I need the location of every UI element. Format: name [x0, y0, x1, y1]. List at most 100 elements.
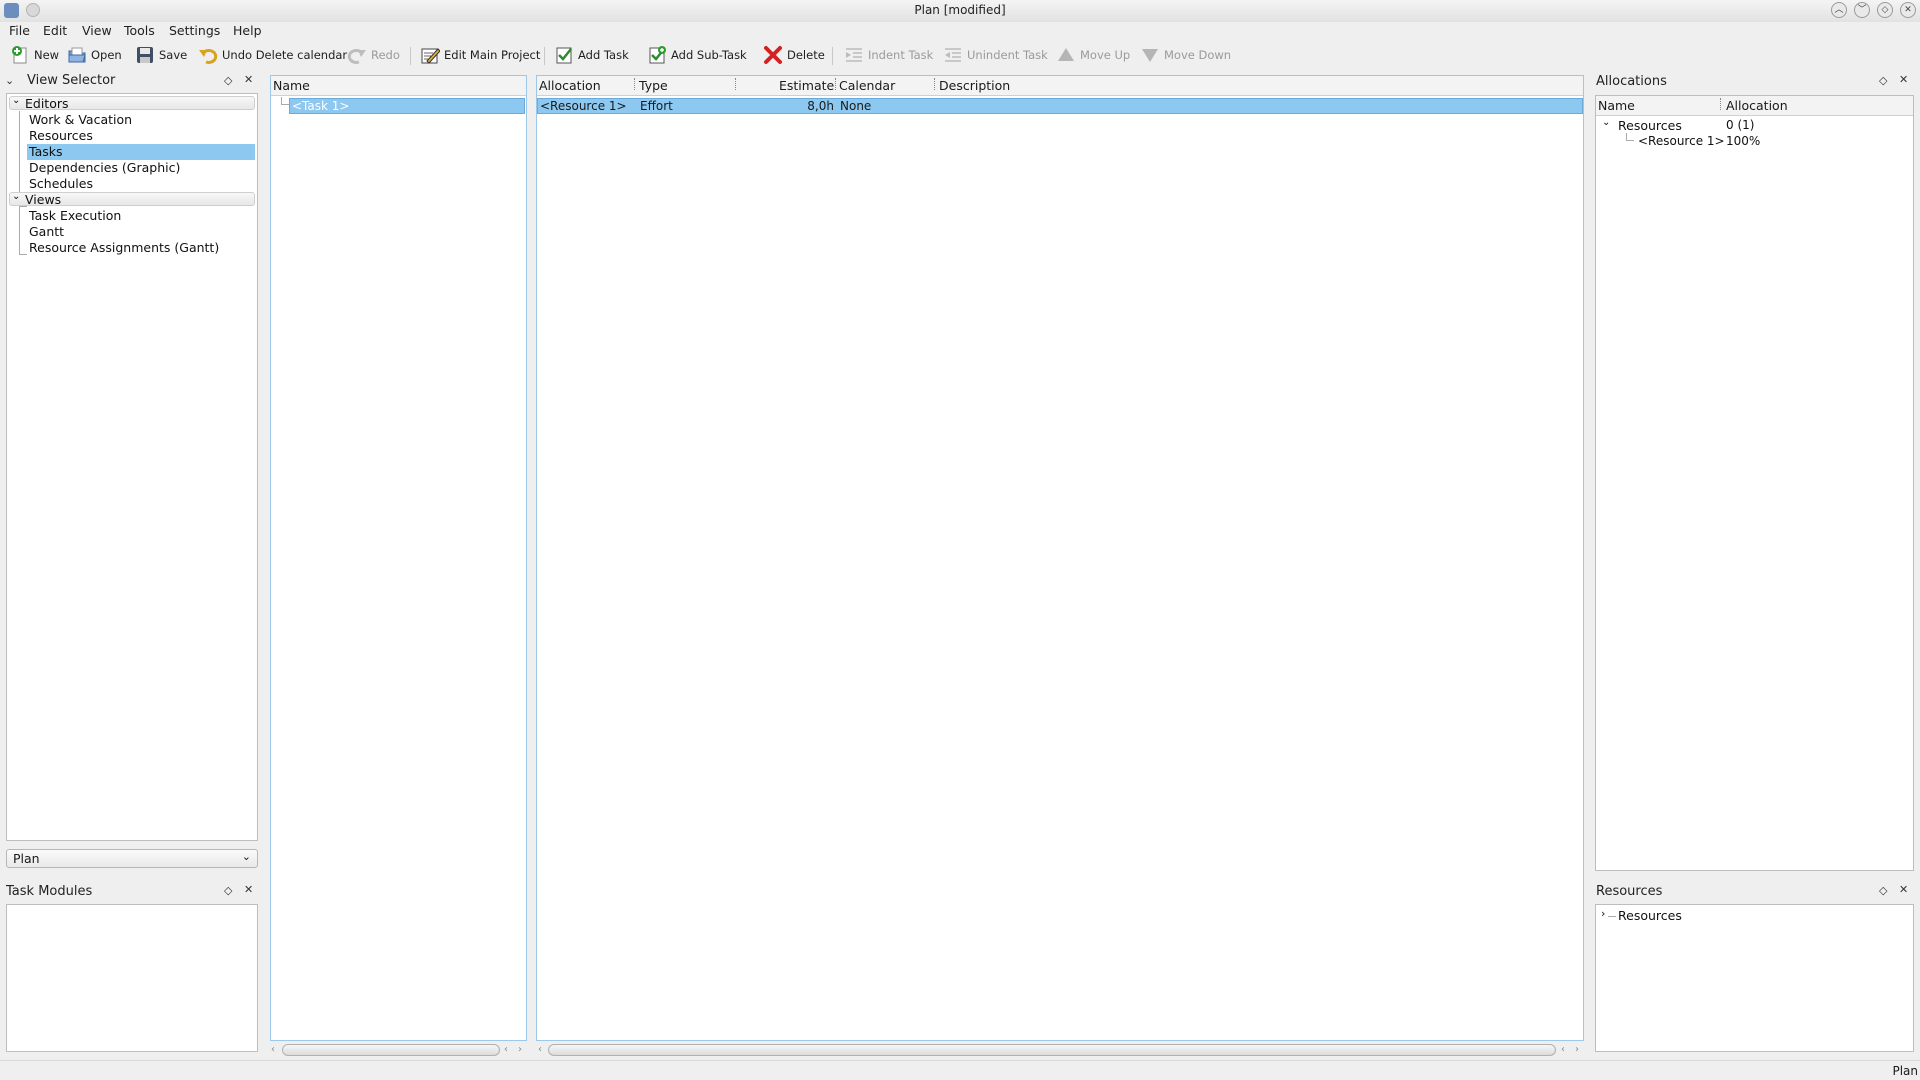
- column-separator[interactable]: [1720, 98, 1721, 110]
- scroll-left-icon[interactable]: ‹: [271, 1044, 275, 1055]
- name-column-header[interactable]: Name: [271, 76, 526, 96]
- undo-button[interactable]: Undo Delete calendar: [198, 44, 347, 66]
- alloc-resources-name[interactable]: Resources: [1618, 118, 1682, 133]
- alloc-resource-1-value[interactable]: 100%: [1726, 134, 1760, 148]
- task-name-cell: <Task 1>: [292, 99, 350, 113]
- collapse-dock-icon[interactable]: ⌄: [5, 74, 14, 87]
- menu-file[interactable]: File: [9, 23, 30, 38]
- close-dock-icon[interactable]: ✕: [244, 883, 253, 896]
- float-dock-icon[interactable]: ◇: [1879, 884, 1887, 897]
- description-header[interactable]: Description: [939, 78, 1010, 93]
- scroll-left-icon[interactable]: ‹: [538, 1044, 542, 1055]
- add-task-button[interactable]: Add Task: [554, 44, 629, 66]
- edit-main-project-label: Edit Main Project: [444, 48, 541, 62]
- expand-editors-icon[interactable]: ⌄: [12, 95, 20, 106]
- task-modules-list[interactable]: [6, 904, 258, 1052]
- allocation-cell[interactable]: <Resource 1>: [540, 99, 627, 113]
- type-header[interactable]: Type: [639, 78, 668, 93]
- save-label: Save: [159, 48, 188, 62]
- minimize-icon[interactable]: ﹀: [1854, 2, 1870, 18]
- calendar-header[interactable]: Calendar: [839, 78, 895, 93]
- expand-resources-icon[interactable]: ⌄: [1602, 117, 1610, 128]
- delete-button[interactable]: Delete: [763, 44, 825, 66]
- move-down-button[interactable]: Move Down: [1140, 44, 1231, 66]
- move-up-button[interactable]: Move Up: [1056, 44, 1130, 66]
- alloc-name-header[interactable]: Name: [1598, 98, 1635, 113]
- float-dock-icon[interactable]: ◇: [1879, 74, 1887, 87]
- open-label: Open: [91, 48, 122, 62]
- close-window-icon[interactable]: ✕: [1900, 2, 1916, 18]
- tree-branch-line: [281, 97, 289, 105]
- table-row[interactable]: <Resource 1> Effort 8,0h None: [537, 98, 1583, 114]
- view-item-dependencies-graphic[interactable]: Dependencies (Graphic): [29, 160, 180, 175]
- type-cell[interactable]: Effort: [640, 99, 673, 113]
- float-dock-icon[interactable]: ◇: [224, 74, 232, 87]
- resources-root-item[interactable]: Resources: [1618, 908, 1682, 923]
- allocation-header[interactable]: Allocation: [539, 78, 601, 93]
- delete-x-icon: [763, 45, 783, 65]
- task-row[interactable]: <Task 1>: [289, 98, 525, 114]
- toolbar-separator: [544, 47, 545, 65]
- close-dock-icon[interactable]: ✕: [1899, 883, 1908, 896]
- calendar-cell[interactable]: None: [840, 99, 871, 113]
- estimate-cell[interactable]: 8,0h: [778, 99, 834, 113]
- maximize-icon[interactable]: ◇: [1877, 2, 1893, 18]
- menu-edit[interactable]: Edit: [43, 23, 67, 38]
- view-combo[interactable]: Plan ⌄: [6, 849, 258, 868]
- allocations-tree: Name Allocation ⌄ Resources 0 (1) <Resou…: [1595, 95, 1914, 871]
- new-document-icon: [10, 45, 30, 65]
- column-separator[interactable]: [735, 78, 736, 90]
- menu-settings[interactable]: Settings: [169, 23, 220, 38]
- scroll-left-icon[interactable]: ‹: [504, 1044, 508, 1055]
- scroll-right-icon[interactable]: ›: [518, 1044, 522, 1055]
- alloc-resource-1-name[interactable]: <Resource 1>: [1638, 134, 1725, 148]
- menu-view[interactable]: View: [82, 23, 112, 38]
- details-scrollbar[interactable]: [548, 1044, 1556, 1056]
- new-button[interactable]: New: [10, 44, 59, 66]
- close-dock-icon[interactable]: ✕: [1899, 73, 1908, 86]
- resources-title: Resources: [1596, 884, 1663, 899]
- expand-views-icon[interactable]: ⌄: [12, 191, 20, 202]
- title-bar: Plan [modified] ︿ ﹀ ◇ ✕: [0, 0, 1920, 22]
- view-item-tasks[interactable]: Tasks: [29, 144, 63, 159]
- add-sub-task-button[interactable]: Add Sub-Task: [647, 44, 747, 66]
- alloc-allocation-header[interactable]: Allocation: [1726, 98, 1788, 113]
- column-separator[interactable]: [634, 78, 635, 90]
- scroll-left-icon[interactable]: ‹: [1561, 1044, 1565, 1055]
- indent-task-button[interactable]: Indent Task: [844, 44, 933, 66]
- keep-above-icon[interactable]: ︿: [1831, 2, 1847, 18]
- add-task-label: Add Task: [578, 48, 629, 62]
- unindent-task-button[interactable]: Unindent Task: [943, 44, 1048, 66]
- view-item-task-execution[interactable]: Task Execution: [29, 208, 121, 223]
- redo-button[interactable]: Redo: [347, 44, 400, 66]
- chevron-right-icon[interactable]: ›: [1601, 907, 1605, 920]
- menu-help[interactable]: Help: [233, 23, 262, 38]
- task-tree-scrollbar[interactable]: [282, 1044, 500, 1056]
- estimate-header[interactable]: Estimate: [779, 78, 834, 93]
- view-item-schedules[interactable]: Schedules: [29, 176, 93, 191]
- column-separator[interactable]: [934, 78, 935, 90]
- view-item-resource-assignments-gantt[interactable]: Resource Assignments (Gantt): [29, 240, 219, 255]
- group-views-label: Views: [25, 192, 62, 207]
- column-separator[interactable]: [835, 78, 836, 90]
- redo-icon: [347, 45, 367, 65]
- view-selector-title: View Selector: [27, 73, 116, 88]
- view-item-gantt[interactable]: Gantt: [29, 224, 64, 239]
- main-toolbar: New Open Save Undo Delete calendar Redo …: [0, 42, 1920, 104]
- tree-branch-line: [19, 207, 27, 255]
- float-dock-icon[interactable]: ◇: [224, 884, 232, 897]
- menu-tools[interactable]: Tools: [124, 23, 155, 38]
- edit-project-icon: [420, 45, 441, 65]
- task-details-view: Allocation Type Estimate Calendar Descri…: [536, 75, 1584, 1041]
- save-button[interactable]: Save: [135, 44, 187, 66]
- task-modules-title: Task Modules: [6, 884, 93, 899]
- edit-main-project-button[interactable]: Edit Main Project: [420, 44, 540, 66]
- view-item-work-vacation[interactable]: Work & Vacation: [29, 112, 132, 127]
- chevron-down-icon: ⌄: [241, 850, 251, 863]
- close-dock-icon[interactable]: ✕: [244, 73, 253, 86]
- open-button[interactable]: Open: [67, 44, 122, 66]
- view-item-resources[interactable]: Resources: [29, 128, 93, 143]
- add-task-icon: [554, 45, 574, 65]
- undo-label: Undo Delete calendar: [222, 48, 348, 62]
- scroll-right-icon[interactable]: ›: [1575, 1044, 1579, 1055]
